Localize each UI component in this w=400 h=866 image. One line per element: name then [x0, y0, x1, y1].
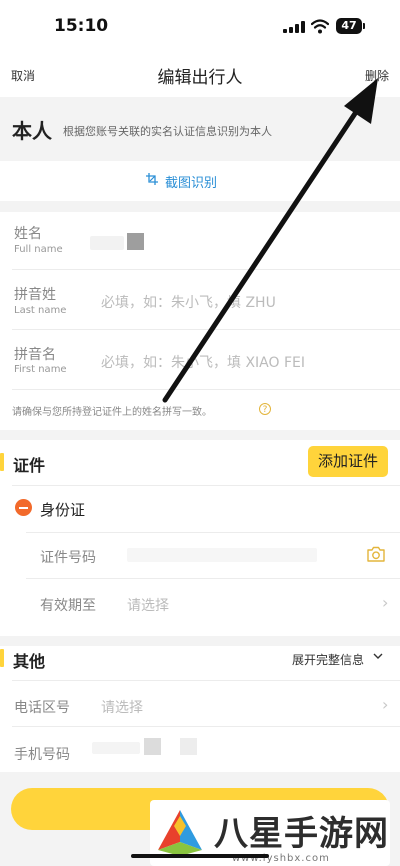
id-number-redacted[interactable]	[127, 548, 317, 562]
signal-icon	[283, 21, 305, 33]
divider	[26, 532, 400, 533]
divider	[12, 726, 400, 727]
other-title: 其他	[13, 652, 46, 671]
status-time: 15:10	[54, 16, 109, 36]
wifi-icon	[311, 19, 329, 34]
battery-icon: 47	[336, 18, 362, 34]
divider	[12, 389, 400, 390]
validity-label: 有效期至	[40, 598, 96, 614]
camera-icon[interactable]	[366, 546, 386, 562]
spelling-hint: 请确保与您所持登记证件上的姓名拼写一致。	[12, 407, 212, 418]
self-description: 根据您账号关联的实名认证信息识别为本人	[63, 125, 272, 138]
name-value-redacted[interactable]	[90, 236, 124, 250]
name-mosaic	[127, 233, 144, 250]
id-number-label: 证件号码	[40, 550, 96, 566]
divider	[0, 636, 400, 646]
divider	[12, 269, 400, 270]
first-name-label: 拼音名	[14, 347, 56, 363]
section-accent	[0, 453, 4, 471]
validity-select[interactable]: 请选择	[127, 595, 169, 615]
area-code-select[interactable]: 请选择	[101, 697, 143, 717]
chevron-down-icon	[373, 653, 383, 659]
add-certificate-button[interactable]: 添加证件	[308, 446, 388, 477]
mobile-mosaic	[180, 738, 197, 755]
first-name-label-en: First name	[14, 364, 67, 375]
mobile-mosaic	[144, 738, 161, 755]
site-logo	[158, 810, 202, 856]
divider	[12, 329, 400, 330]
watermark-text: 八星手游网	[214, 814, 389, 854]
battery-cap	[363, 23, 365, 29]
id-type-label: 身份证	[40, 501, 86, 519]
area-code-label: 电话区号	[14, 700, 70, 716]
mobile-redacted[interactable]	[92, 742, 140, 754]
chevron-right-icon: ›	[382, 695, 389, 714]
help-icon[interactable]: ?	[259, 403, 271, 415]
self-label: 本人	[12, 119, 52, 143]
name-label-en: Full name	[14, 244, 63, 255]
crop-icon	[146, 173, 158, 185]
chevron-right-icon: ›	[382, 593, 389, 612]
expand-info-button[interactable]: 展开完整信息	[292, 651, 364, 668]
home-indicator	[131, 854, 269, 858]
divider	[26, 578, 400, 579]
mobile-label: 手机号码	[14, 747, 70, 763]
first-name-input[interactable]: 必填，如：朱小飞，填 XIAO FEI	[101, 352, 305, 372]
page-title: 编辑出行人	[157, 68, 243, 88]
delete-button[interactable]: 删除	[365, 67, 389, 84]
section-accent	[0, 649, 4, 667]
divider	[12, 680, 400, 681]
divider	[12, 485, 400, 486]
last-name-input[interactable]: 必填，如：朱小飞，填 ZHU	[101, 292, 276, 312]
name-label: 姓名	[14, 226, 42, 242]
ocr-button[interactable]: 截图识别	[165, 172, 217, 191]
divider	[0, 201, 400, 212]
remove-icon[interactable]	[15, 499, 32, 516]
last-name-label-en: Last name	[14, 305, 67, 316]
divider	[0, 430, 400, 440]
certificate-title: 证件	[13, 456, 46, 475]
last-name-label: 拼音姓	[14, 287, 56, 303]
